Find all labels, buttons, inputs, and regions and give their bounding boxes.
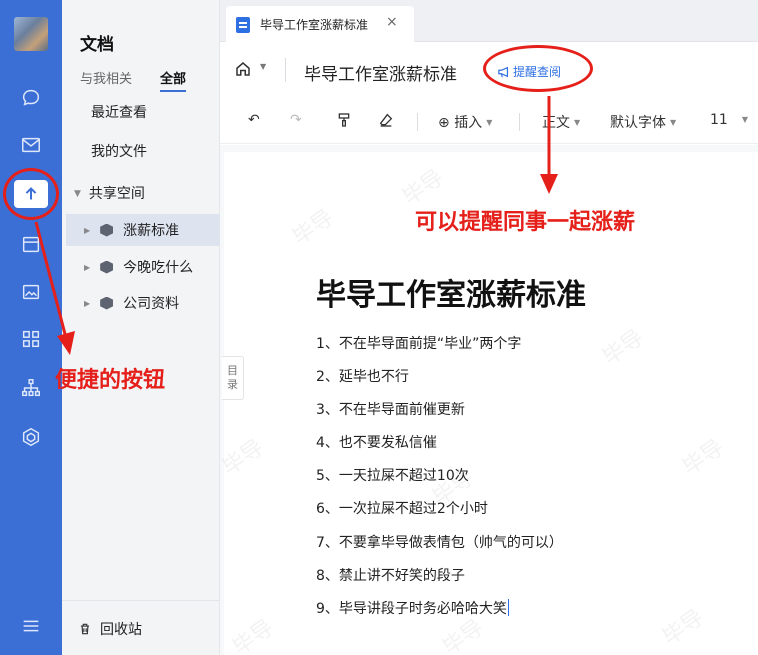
annotation-remind-note: 可以提醒同事一起涨薪 — [415, 210, 636, 235]
annotation-button-note: 便捷的按钮 — [55, 368, 166, 393]
annotation-arrows — [34, 96, 558, 355]
